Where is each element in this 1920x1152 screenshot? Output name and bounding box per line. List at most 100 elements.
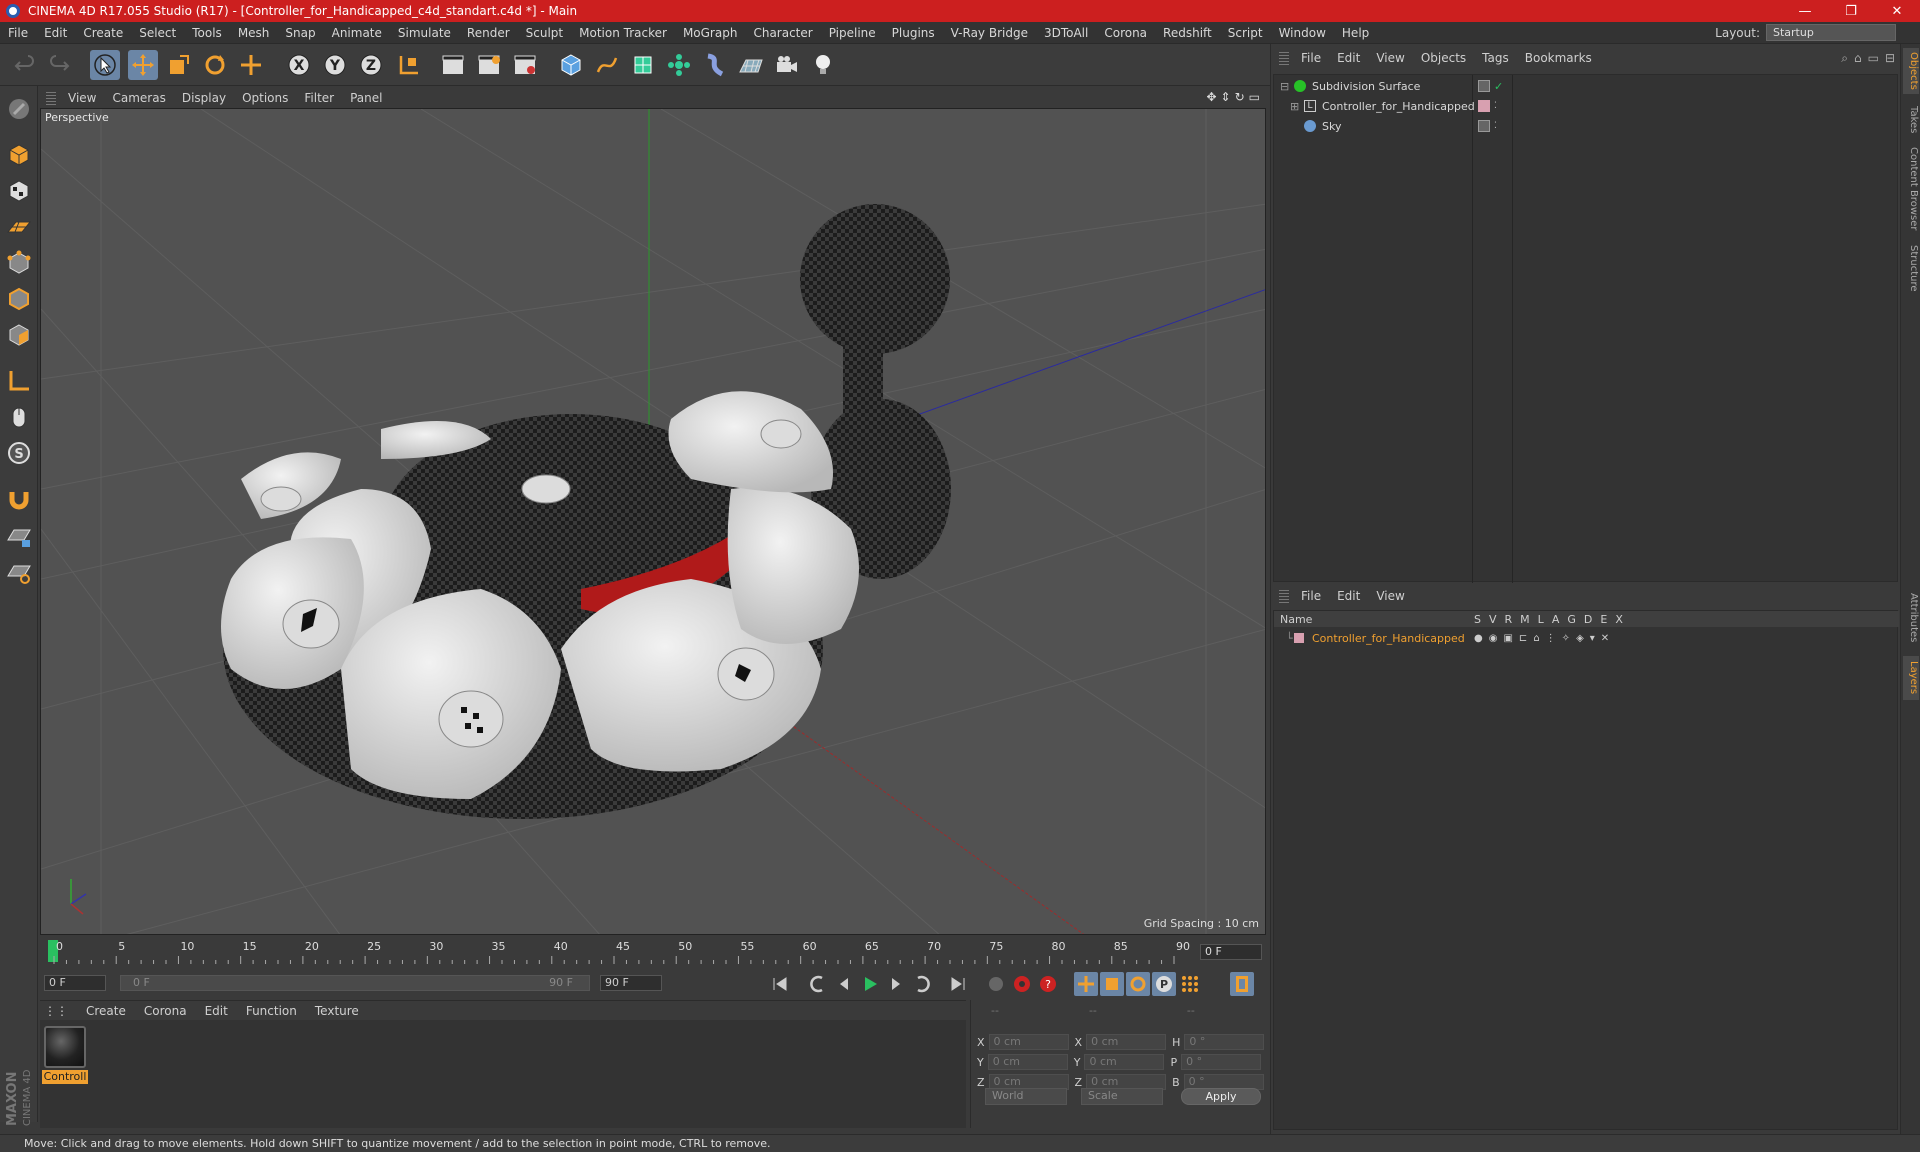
transform-tool-button[interactable] [236,50,266,80]
menu-create[interactable]: Create [75,26,131,40]
deformer-icon[interactable]: ◈ [1576,633,1584,644]
visibility-dots-icon[interactable]: ⁚ [1494,101,1497,111]
layers-menu-view[interactable]: View [1368,589,1412,603]
new-window-icon[interactable]: ▭ [1868,51,1879,66]
key-position-button[interactable] [1074,972,1098,996]
material-swatch[interactable]: Controll [40,1020,90,1090]
locked-workplane-button[interactable] [4,522,34,552]
key-scale-button[interactable] [1100,972,1124,996]
viewport-pan-icon[interactable]: ✥ [1206,90,1216,104]
workplane-mode-button[interactable] [4,212,34,242]
snap-button[interactable] [4,484,34,514]
menu-snap[interactable]: Snap [277,26,323,40]
layers-menu-file[interactable]: File [1293,589,1329,603]
viewport-menu-display[interactable]: Display [174,91,234,105]
object-row[interactable]: ⊟ Subdivision Surface ✓ [1274,77,1899,95]
size-mode-select[interactable]: Scale [1081,1088,1163,1105]
solo-button[interactable]: S [4,438,34,468]
menu-pipeline[interactable]: Pipeline [821,26,884,40]
close-button[interactable]: ✕ [1874,0,1920,22]
menu-3dtoall[interactable]: 3DToAll [1036,26,1096,40]
menu-mesh[interactable]: Mesh [230,26,278,40]
viewport-menu-options[interactable]: Options [234,91,296,105]
display-tag-icon[interactable] [1478,120,1490,132]
viewport-rotate-icon[interactable]: ↻ [1235,90,1245,104]
menu-tools[interactable]: Tools [184,26,230,40]
menu-simulate[interactable]: Simulate [390,26,459,40]
tab-attributes[interactable]: Attributes [1903,586,1919,650]
collapse-icon[interactable]: ⊟ [1885,51,1895,66]
add-cube-button[interactable] [556,50,586,80]
rotation-p-field[interactable]: 0 ° [1181,1054,1262,1070]
z-axis-lock-button[interactable]: Z [356,50,386,80]
add-light-button[interactable] [808,50,838,80]
layer-color-swatch[interactable] [1294,633,1304,643]
viewport-menu-panel[interactable]: Panel [342,91,390,105]
make-editable-button[interactable] [4,94,34,124]
lock-icon[interactable]: ⌂ [1533,633,1539,644]
add-camera-button[interactable] [772,50,802,80]
search-icon[interactable]: ⌕ [1841,51,1848,66]
texture-mode-button[interactable] [4,176,34,206]
previous-keyframe-button[interactable] [806,972,830,996]
menu-plugins[interactable]: Plugins [884,26,943,40]
visibility-dots-icon[interactable]: ⁚ [1494,121,1497,131]
manager-icon[interactable]: ⊏ [1519,633,1527,644]
size-x-field[interactable]: 0 cm [1086,1034,1167,1050]
viewport-menu-view[interactable]: View [60,91,104,105]
render-picture-viewer-button[interactable] [474,50,504,80]
menu-animate[interactable]: Animate [324,26,390,40]
tweak-mode-button[interactable] [4,402,34,432]
home-icon[interactable]: ⌂ [1854,51,1862,66]
size-y-field[interactable]: 0 cm [1084,1054,1165,1070]
perspective-viewport[interactable]: Perspective Grid Spacing : 10 cm [40,108,1266,935]
key-parameter-button[interactable]: P [1152,972,1176,996]
keyframe-selection-button[interactable]: ? [1036,972,1060,996]
viewport-maximize-icon[interactable]: ▭ [1249,90,1260,104]
add-deformer-button[interactable] [700,50,730,80]
y-axis-lock-button[interactable]: Y [320,50,350,80]
render-icon[interactable]: ▣ [1503,633,1512,644]
layer-row[interactable]: └ Controller_for_Handicapped ● ◉ ▣ ⊏ ⌂ ⋮… [1274,629,1899,647]
object-row[interactable]: Sky ⁚ [1274,117,1899,135]
redo-button[interactable] [44,50,74,80]
add-spline-button[interactable] [592,50,622,80]
points-mode-button[interactable] [4,248,34,278]
objects-menu-objects[interactable]: Objects [1413,51,1474,65]
add-mograph-button[interactable] [664,50,694,80]
coordinate-space-select[interactable]: World [985,1088,1067,1105]
add-floor-button[interactable] [736,50,766,80]
play-button[interactable] [858,972,882,996]
start-frame-field[interactable]: 0 F [44,975,106,991]
tab-takes[interactable]: Takes [1903,102,1919,138]
menu-redshift[interactable]: Redshift [1155,26,1220,40]
menu-vray-bridge[interactable]: V-Ray Bridge [943,26,1036,40]
tab-objects[interactable]: Objects [1903,48,1919,94]
menu-render[interactable]: Render [459,26,518,40]
generator-icon[interactable]: ✧ [1562,633,1570,644]
tab-structure[interactable]: Structure [1903,240,1919,296]
x-axis-lock-button[interactable]: X [284,50,314,80]
tab-layers[interactable]: Layers [1903,656,1919,700]
collapse-toggle-icon[interactable]: ⊟ [1280,80,1290,93]
material-menu-corona[interactable]: Corona [135,1004,196,1018]
layout-select[interactable]: Startup [1766,24,1896,41]
material-menu-function[interactable]: Function [237,1004,306,1018]
material-menu-edit[interactable]: Edit [196,1004,237,1018]
menu-file[interactable]: File [0,26,36,40]
expression-icon[interactable]: ▾ [1590,633,1595,644]
move-tool-button[interactable] [128,50,158,80]
go-to-end-button[interactable] [946,972,970,996]
layer-color-icon[interactable] [1478,100,1490,112]
layer-flag-icons[interactable]: ● ◉ ▣ ⊏ ⌂ ⋮ ✧ ◈ ▾ ✕ [1474,633,1609,644]
menu-motion-tracker[interactable]: Motion Tracker [571,26,675,40]
menu-help[interactable]: Help [1334,26,1377,40]
material-menu-create[interactable]: Create [77,1004,135,1018]
timeline-window-button[interactable] [1230,972,1254,996]
planar-workplane-button[interactable] [4,558,34,588]
model-mode-button[interactable] [4,140,34,170]
layers-menu-edit[interactable]: Edit [1329,589,1368,603]
tab-content-browser[interactable]: Content Browser [1903,144,1919,234]
position-y-field[interactable]: 0 cm [987,1054,1068,1070]
menu-corona[interactable]: Corona [1096,26,1155,40]
